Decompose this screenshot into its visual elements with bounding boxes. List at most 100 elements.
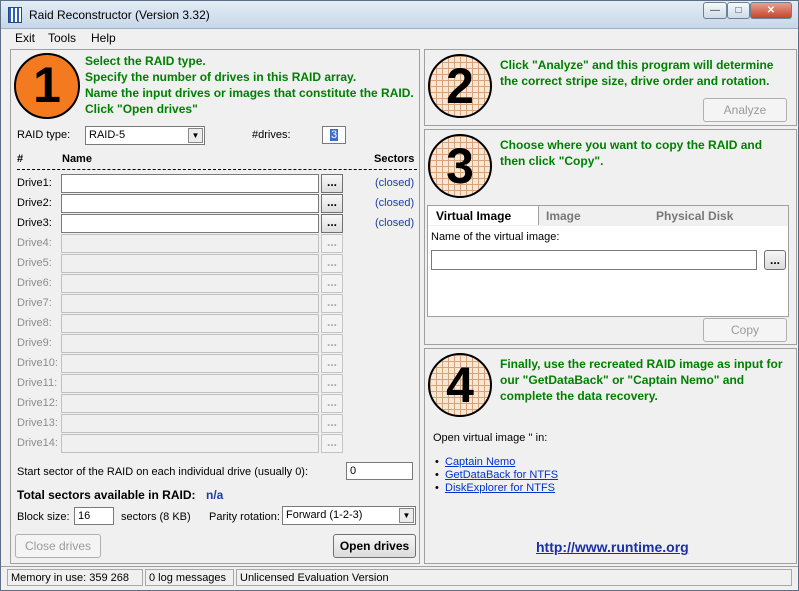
raid-type-select[interactable]: RAID-5 ▼ [85, 126, 205, 145]
drive-name-field[interactable] [61, 434, 319, 453]
drive-browse-button[interactable]: ... [321, 354, 343, 373]
step3-instructions: Choose where you want to copy the RAID a… [500, 138, 763, 168]
drives-count-input[interactable]: 3 [322, 126, 346, 144]
drive-name-field[interactable] [61, 294, 319, 313]
start-sector-label: Start sector of the RAID on each individ… [17, 466, 309, 478]
tab-virtual-image[interactable]: Virtual Image [427, 205, 539, 225]
step4-panel: 4 Finally, use the recreated RAID image … [424, 348, 797, 564]
drive-label: Drive8: [17, 317, 52, 329]
minimize-button[interactable]: — [703, 2, 727, 19]
drive-name-field[interactable] [61, 414, 319, 433]
virtual-image-name-label: Name of the virtual image: [431, 231, 560, 243]
drive-row: Drive5:... [11, 254, 431, 274]
start-sector-input[interactable]: 0 [346, 462, 413, 480]
drive-row: Drive1:... (closed) [11, 174, 431, 194]
step2-badge: 2 [428, 54, 492, 118]
drive-name-field[interactable] [61, 314, 319, 333]
drive-browse-button[interactable]: ... [321, 254, 343, 273]
drives-count-label: #drives: [252, 129, 291, 141]
tab-image[interactable]: Image [546, 206, 581, 226]
close-window-button[interactable]: ✕ [750, 2, 792, 19]
bullet-3: • [435, 482, 439, 494]
parity-rotation-value: Forward (1-2-3) [286, 509, 363, 521]
parity-rotation-select[interactable]: Forward (1-2-3) ▼ [282, 506, 416, 525]
step3-panel: 3 Choose where you want to copy the RAID… [424, 129, 797, 345]
drive-name-field[interactable] [61, 174, 319, 193]
raid-type-label: RAID type: [17, 129, 71, 141]
drive-label: Drive3: [17, 217, 52, 229]
drive-name-field[interactable] [61, 254, 319, 273]
step1-panel: 1 Select the RAID type. Specify the numb… [10, 49, 420, 564]
drive-label: Drive14: [17, 437, 58, 449]
drive-browse-button[interactable]: ... [321, 334, 343, 353]
step2-panel: 2 Click "Analyze" and this program will … [424, 49, 797, 126]
drive-name-field[interactable] [61, 354, 319, 373]
minimize-icon: — [710, 5, 720, 16]
drive-browse-button[interactable]: ... [321, 274, 343, 293]
step1-badge: 1 [14, 53, 80, 119]
step1-line-2: Specify the number of drives in this RAI… [85, 70, 357, 84]
drive-name-field[interactable] [61, 334, 319, 353]
drive-label: Drive7: [17, 297, 52, 309]
close-icon: ✕ [766, 5, 776, 16]
drive-name-field[interactable] [61, 214, 319, 233]
step4-instructions: Finally, use the recreated RAID image as… [500, 357, 783, 403]
chevron-down-icon: ▼ [399, 508, 414, 523]
drive-label: Drive11: [17, 377, 58, 389]
block-size-input[interactable]: 16 [74, 507, 114, 525]
copy-button[interactable]: Copy [703, 318, 787, 342]
drive-status: (closed) [375, 177, 415, 189]
drive-label: Drive12: [17, 397, 58, 409]
parity-rotation-label: Parity rotation: [209, 511, 280, 523]
drive-browse-button[interactable]: ... [321, 214, 343, 233]
tab-physical-disk[interactable]: Physical Disk [656, 206, 733, 226]
chevron-down-icon: ▼ [188, 128, 203, 143]
drive-name-field[interactable] [61, 234, 319, 253]
drive-row: Drive3:... (closed) [11, 214, 431, 234]
bullet-2: • [435, 469, 439, 481]
drive-browse-button[interactable]: ... [321, 394, 343, 413]
close-drives-button[interactable]: Close drives [15, 534, 101, 558]
drive-browse-button[interactable]: ... [321, 294, 343, 313]
drive-label: Drive1: [17, 177, 52, 189]
analyze-button[interactable]: Analyze [703, 98, 787, 122]
menu-tools[interactable]: Tools [48, 31, 76, 45]
link-getdataback-ntfs[interactable]: GetDataBack for NTFS [445, 469, 558, 481]
drive-browse-button[interactable]: ... [321, 174, 343, 193]
menu-help[interactable]: Help [91, 31, 116, 45]
link-diskexplorer-ntfs[interactable]: DiskExplorer for NTFS [445, 482, 555, 494]
block-size-label: Block size: [17, 511, 70, 523]
window-title: Raid Reconstructor (Version 3.32) [29, 8, 210, 22]
drive-browse-button[interactable]: ... [321, 314, 343, 333]
drive-browse-button[interactable]: ... [321, 434, 343, 453]
drive-list: Drive1:... (closed) Drive2:... (closed) Driv… [11, 174, 421, 456]
raid-type-value: RAID-5 [89, 129, 126, 141]
raid-app-icon [8, 7, 22, 23]
step1-line-3: Name the input drives or images that con… [85, 86, 414, 100]
menu-exit[interactable]: Exit [15, 31, 35, 45]
maximize-button[interactable]: □ [727, 2, 750, 19]
drive-status: (closed) [375, 217, 415, 229]
drive-row: Drive6:... [11, 274, 431, 294]
drive-name-field[interactable] [61, 274, 319, 293]
drive-browse-button[interactable]: ... [321, 194, 343, 213]
drive-browse-button[interactable]: ... [321, 234, 343, 253]
virtual-image-name-input[interactable] [431, 250, 757, 270]
drive-row: Drive14:... [11, 434, 431, 454]
link-captain-nemo[interactable]: Captain Nemo [445, 456, 515, 468]
drive-name-field[interactable] [61, 374, 319, 393]
drive-browse-button[interactable]: ... [321, 414, 343, 433]
step1-line-4: Click "Open drives" [85, 102, 198, 116]
drive-browse-button[interactable]: ... [321, 374, 343, 393]
drive-name-field[interactable] [61, 394, 319, 413]
runtime-url-link[interactable]: http://www.runtime.org [536, 539, 689, 555]
drive-label: Drive13: [17, 417, 58, 429]
status-memory: Memory in use: 359 268 [7, 569, 143, 586]
open-drives-button[interactable]: Open drives [333, 534, 416, 558]
step3-badge: 3 [428, 134, 492, 198]
virtual-image-browse-button[interactable]: ... [764, 250, 786, 270]
step4-badge: 4 [428, 353, 492, 417]
title-bar[interactable]: Raid Reconstructor (Version 3.32) — □ ✕ [1, 1, 798, 29]
block-size-unit: sectors (8 KB) [121, 511, 191, 523]
drive-name-field[interactable] [61, 194, 319, 213]
